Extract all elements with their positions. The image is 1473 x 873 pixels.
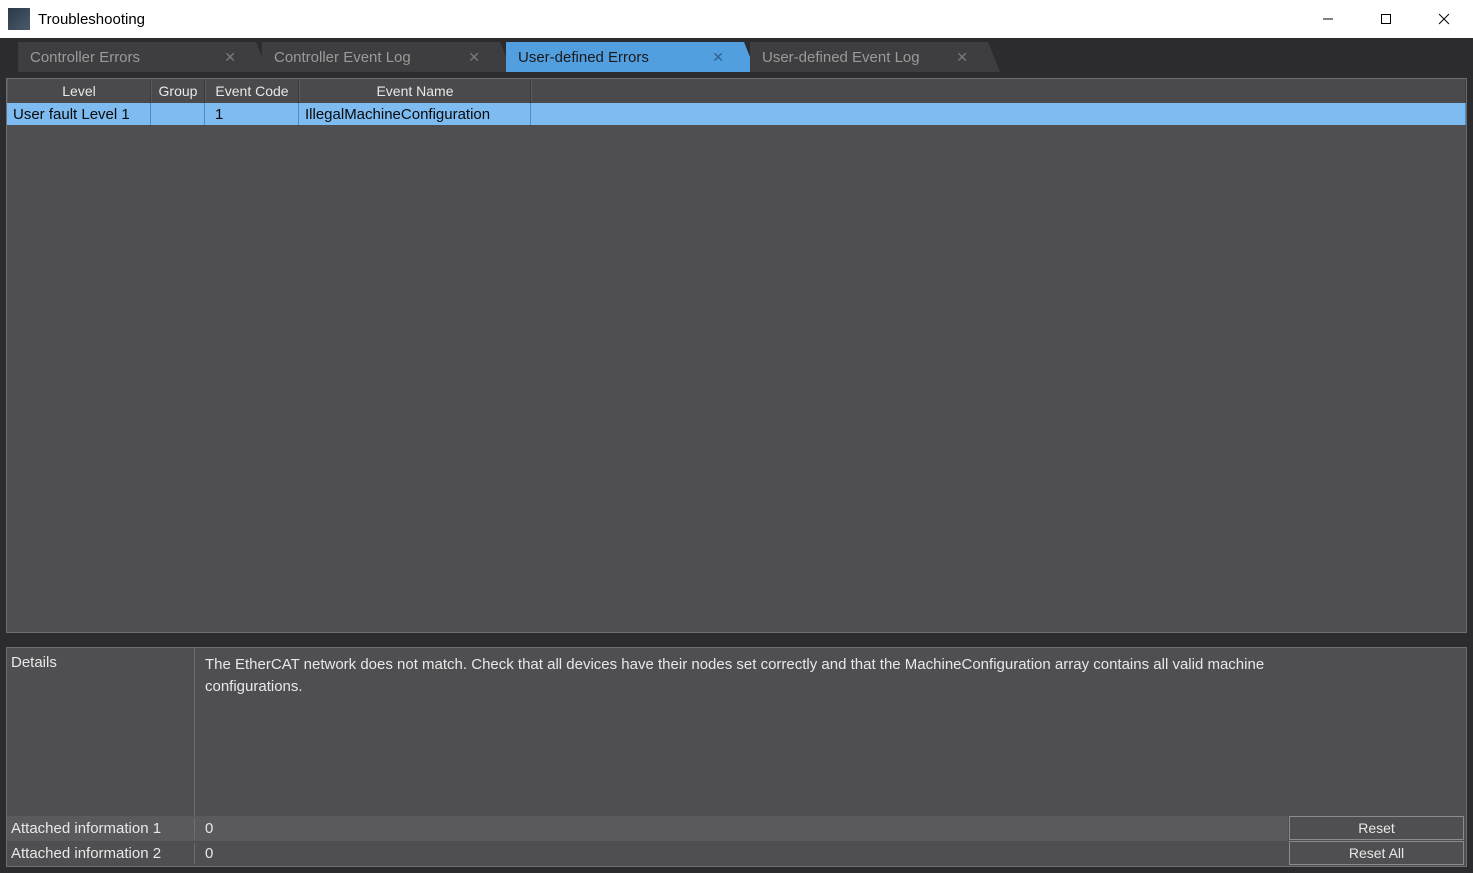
app-body: Controller Errors ✕ Controller Event Log… (0, 38, 1473, 873)
tab-close-icon[interactable]: ✕ (222, 49, 238, 66)
tab-user-defined-event-log[interactable]: User-defined Event Log ✕ (750, 42, 1000, 72)
cell-event-name: IllegalMachineConfiguration (299, 103, 531, 125)
reset-button[interactable]: Reset (1289, 816, 1464, 840)
table-row[interactable]: User fault Level 1 1 IllegalMachineConfi… (7, 103, 1466, 125)
attached-info-1-value: 0 (195, 818, 1288, 839)
cell-spacer (531, 103, 1466, 125)
tab-controller-errors[interactable]: Controller Errors ✕ (18, 42, 268, 72)
tab-close-icon[interactable]: ✕ (954, 49, 970, 66)
tab-close-icon[interactable]: ✕ (466, 49, 482, 66)
window-title: Troubleshooting (38, 11, 1299, 28)
tab-close-icon[interactable]: ✕ (710, 49, 726, 66)
titlebar: Troubleshooting (0, 0, 1473, 38)
tab-controller-event-log[interactable]: Controller Event Log ✕ (262, 42, 512, 72)
horizontal-splitter[interactable] (6, 633, 1467, 647)
table-body[interactable]: User fault Level 1 1 IllegalMachineConfi… (7, 103, 1466, 632)
app-icon (8, 8, 30, 30)
minimize-icon (1322, 13, 1334, 25)
reset-all-button[interactable]: Reset All (1289, 841, 1464, 865)
header-spacer (531, 79, 1466, 103)
maximize-button[interactable] (1357, 0, 1415, 38)
details-text: The EtherCAT network does not match. Che… (195, 648, 1288, 816)
attached-info-2-row: Attached information 2 0 (7, 841, 1288, 866)
table-header-row: Level Group Event Code Event Name (7, 79, 1466, 103)
details-label: Details (7, 648, 195, 816)
header-event-code[interactable]: Event Code (205, 79, 299, 103)
window-controls (1299, 0, 1473, 38)
tab-label: User-defined Errors (518, 49, 702, 66)
tab-label: Controller Errors (30, 49, 214, 66)
close-icon (1438, 13, 1450, 25)
header-group[interactable]: Group (151, 79, 205, 103)
tab-label: Controller Event Log (274, 49, 458, 66)
tab-label: User-defined Event Log (762, 49, 946, 66)
error-table: Level Group Event Code Event Name User f… (6, 78, 1467, 633)
maximize-icon (1380, 13, 1392, 25)
attached-info-1-row: Attached information 1 0 (7, 816, 1288, 841)
header-level[interactable]: Level (7, 79, 151, 103)
header-event-name[interactable]: Event Name (299, 79, 531, 103)
details-panel: Details The EtherCAT network does not ma… (6, 647, 1467, 867)
cell-event-code: 1 (205, 103, 299, 125)
tabstrip: Controller Errors ✕ Controller Event Log… (0, 38, 1473, 72)
content-area: Level Group Event Code Event Name User f… (0, 72, 1473, 873)
tab-user-defined-errors[interactable]: User-defined Errors ✕ (506, 42, 756, 72)
cell-group (151, 103, 205, 125)
close-button[interactable] (1415, 0, 1473, 38)
cell-level: User fault Level 1 (7, 103, 151, 125)
button-column: Reset Reset All (1288, 648, 1466, 866)
minimize-button[interactable] (1299, 0, 1357, 38)
attached-info-1-label: Attached information 1 (7, 818, 195, 839)
attached-info-2-label: Attached information 2 (7, 843, 195, 864)
attached-info-2-value: 0 (195, 843, 1288, 864)
